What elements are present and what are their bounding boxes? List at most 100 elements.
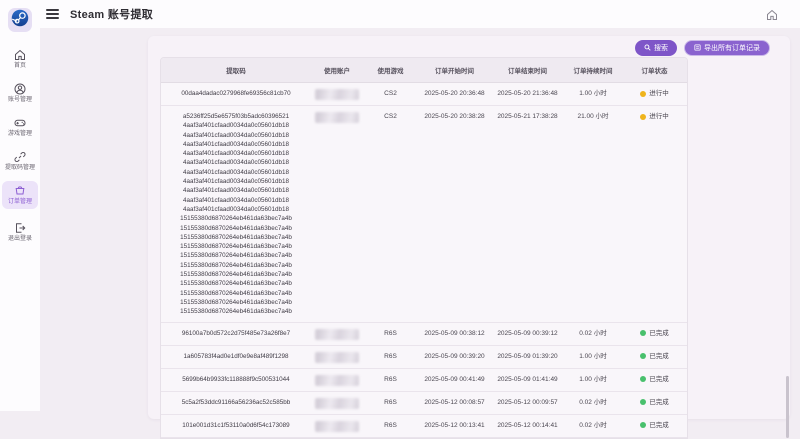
sidebar-item-logout[interactable]: 退出登录 bbox=[2, 218, 38, 246]
orders-card: 搜索 导出所有订单记录 提取码使用账户使用游戏订单开始时间订单结束时间订单持续时… bbox=[148, 36, 790, 419]
gamepad-icon bbox=[14, 117, 26, 129]
column-header-7: 订单状态 bbox=[622, 58, 687, 82]
status-badge: 已完成 bbox=[640, 329, 669, 338]
extraction-code: 15155380d6870264eb461da63bec7a4b bbox=[161, 289, 311, 298]
end-time-cell: 2025-05-09 00:39:12 bbox=[491, 323, 564, 343]
duration-cell: 0.02 小时 bbox=[564, 323, 622, 343]
game-cell: R6S bbox=[363, 392, 418, 412]
cart-icon bbox=[14, 185, 26, 197]
redacted-account bbox=[315, 398, 359, 409]
sidebar-item-code[interactable]: 提取码管理 bbox=[2, 147, 38, 175]
status-label: 已完成 bbox=[649, 375, 669, 384]
sidebar-item-label: 退出登录 bbox=[3, 236, 37, 243]
duration-cell: 1.00 小时 bbox=[564, 369, 622, 389]
vertical-scrollbar[interactable] bbox=[786, 376, 789, 438]
status-dot-icon bbox=[640, 91, 646, 97]
end-time-cell: 2025-05-12 00:09:57 bbox=[491, 392, 564, 412]
orders-table: 提取码使用账户使用游戏订单开始时间订单结束时间订单持续时间订单状态 00daa4… bbox=[160, 57, 688, 439]
status-dot-icon bbox=[640, 376, 646, 382]
search-icon bbox=[644, 44, 651, 53]
steam-logo-icon bbox=[11, 9, 29, 32]
column-header-4: 订单开始时间 bbox=[418, 58, 491, 82]
status-badge: 进行中 bbox=[640, 112, 669, 121]
end-time-cell: 2025-05-09 01:41:49 bbox=[491, 369, 564, 389]
end-time-cell: 2025-05-21 17:38:28 bbox=[491, 106, 564, 126]
table-row: 96100a7b0d572c2d75f485e73a26f8e7 R6S 202… bbox=[161, 323, 687, 346]
sidebar-item-label: 首页 bbox=[3, 63, 37, 70]
table-row: 5699b64b9933fc118888f9c500531044 R6S 202… bbox=[161, 369, 687, 392]
extraction-code: 4aaf3af401cfaad0034da0c05601db18 bbox=[161, 177, 311, 186]
extraction-code-cell: 1a605783f4ad0e1df0e9e8af489f1298 bbox=[161, 346, 311, 366]
status-label: 已完成 bbox=[649, 421, 669, 430]
duration-cell: 1.00 小时 bbox=[564, 346, 622, 366]
search-button-label: 搜索 bbox=[654, 43, 668, 53]
extraction-code: 15155380d6870264eb461da63bec7a4b bbox=[161, 214, 311, 223]
toolbar: 搜索 导出所有订单记录 bbox=[148, 40, 770, 57]
account-cell bbox=[311, 369, 363, 391]
extraction-code: 96100a7b0d572c2d75f485e73a26f8e7 bbox=[161, 329, 311, 338]
extraction-code: 15155380d6870264eb461da63bec7a4b bbox=[161, 242, 311, 251]
sidebar-item-order[interactable]: 订单管理 bbox=[2, 181, 38, 209]
account-cell bbox=[311, 323, 363, 345]
topbar: Steam 账号提取 bbox=[40, 0, 800, 28]
extraction-code: 101e001d31c1f53110a0d6f54c173089 bbox=[161, 421, 311, 430]
status-label: 进行中 bbox=[649, 112, 669, 121]
sidebar-item-label: 账号管理 bbox=[3, 97, 37, 104]
redacted-account bbox=[315, 421, 359, 432]
extraction-code: 15155380d6870264eb461da63bec7a4b bbox=[161, 298, 311, 307]
menu-toggle-icon[interactable] bbox=[46, 7, 59, 22]
start-time-cell: 2025-05-12 00:08:57 bbox=[418, 392, 491, 412]
end-time-cell: 2025-05-12 00:14:41 bbox=[491, 415, 564, 435]
extraction-code-cell: 5699b64b9933fc118888f9c500531044 bbox=[161, 369, 311, 389]
column-header-5: 订单结束时间 bbox=[491, 58, 564, 82]
extraction-code: 15155380d6870264eb461da63bec7a4b bbox=[161, 224, 311, 233]
column-header-6: 订单持续时间 bbox=[564, 58, 622, 82]
extraction-code: 15155380d6870264eb461da63bec7a4b bbox=[161, 307, 311, 316]
table-row: 101e001d31c1f53110a0d6f54c173089 R6S 202… bbox=[161, 415, 687, 438]
sidebar-item-game[interactable]: 游戏管理 bbox=[2, 113, 38, 141]
table-row: 1a605783f4ad0e1df0e9e8af489f1298 R6S 202… bbox=[161, 346, 687, 369]
start-time-cell: 2025-05-09 00:38:12 bbox=[418, 323, 491, 343]
export-orders-button[interactable]: 导出所有订单记录 bbox=[684, 40, 770, 56]
extraction-code: 4aaf3af401cfaad0034da0c05601db18 bbox=[161, 186, 311, 195]
duration-cell: 0.02 小时 bbox=[564, 415, 622, 435]
status-cell: 已完成 bbox=[622, 392, 687, 414]
extraction-code-cell: 96100a7b0d572c2d75f485e73a26f8e7 bbox=[161, 323, 311, 343]
status-cell: 进行中 bbox=[622, 106, 687, 128]
status-badge: 进行中 bbox=[640, 89, 669, 98]
export-icon bbox=[694, 44, 701, 53]
main-content: 搜索 导出所有订单记录 提取码使用账户使用游戏订单开始时间订单结束时间订单持续时… bbox=[40, 28, 800, 411]
app-logo[interactable] bbox=[8, 8, 32, 32]
status-badge: 已完成 bbox=[640, 398, 669, 407]
table-row: 00daa4dadac0279968fe69356c81cb70 CS2 202… bbox=[161, 83, 687, 106]
game-cell: R6S bbox=[363, 323, 418, 343]
extraction-code: 15155380d6870264eb461da63bec7a4b bbox=[161, 279, 311, 288]
sidebar-item-account[interactable]: 账号管理 bbox=[2, 79, 38, 107]
extraction-code: 4aaf3af401cfaad0034da0c05601db18 bbox=[161, 121, 311, 130]
extraction-code: 00daa4dadac0279968fe69356c81cb70 bbox=[161, 89, 311, 98]
extraction-code: 5c5a2f53ddc91166a56236ac52c585bb bbox=[161, 398, 311, 407]
game-cell: R6S bbox=[363, 346, 418, 366]
sidebar-item-home[interactable]: 首页 bbox=[2, 45, 38, 73]
extraction-code: 15155380d6870264eb461da63bec7a4b bbox=[161, 270, 311, 279]
duration-cell: 0.02 小时 bbox=[564, 392, 622, 412]
redacted-account bbox=[315, 112, 359, 123]
search-button[interactable]: 搜索 bbox=[635, 40, 677, 56]
extraction-code-cell: 5c5a2f53ddc91166a56236ac52c585bb bbox=[161, 392, 311, 412]
extraction-code: 4aaf3af401cfaad0034da0c05601db18 bbox=[161, 149, 311, 158]
status-cell: 已完成 bbox=[622, 346, 687, 368]
status-badge: 已完成 bbox=[640, 352, 669, 361]
home-icon[interactable] bbox=[766, 8, 778, 20]
extraction-code: 5699b64b9933fc118888f9c500531044 bbox=[161, 375, 311, 384]
start-time-cell: 2025-05-20 20:36:48 bbox=[418, 83, 491, 103]
sidebar: 首页 账号管理 游戏管理 提取码管理 订单管理 退出登录 bbox=[0, 0, 40, 411]
account-cell bbox=[311, 392, 363, 414]
extraction-code: a5236ff25d5e6575f03b5adc60396521 bbox=[161, 112, 311, 121]
game-cell: R6S bbox=[363, 415, 418, 435]
status-label: 已完成 bbox=[649, 329, 669, 338]
status-cell: 已完成 bbox=[622, 369, 687, 391]
extraction-code: 4aaf3af401cfaad0034da0c05601db18 bbox=[161, 131, 311, 140]
status-label: 进行中 bbox=[649, 89, 669, 98]
user-icon bbox=[14, 83, 26, 95]
duration-cell: 1.00 小时 bbox=[564, 83, 622, 103]
